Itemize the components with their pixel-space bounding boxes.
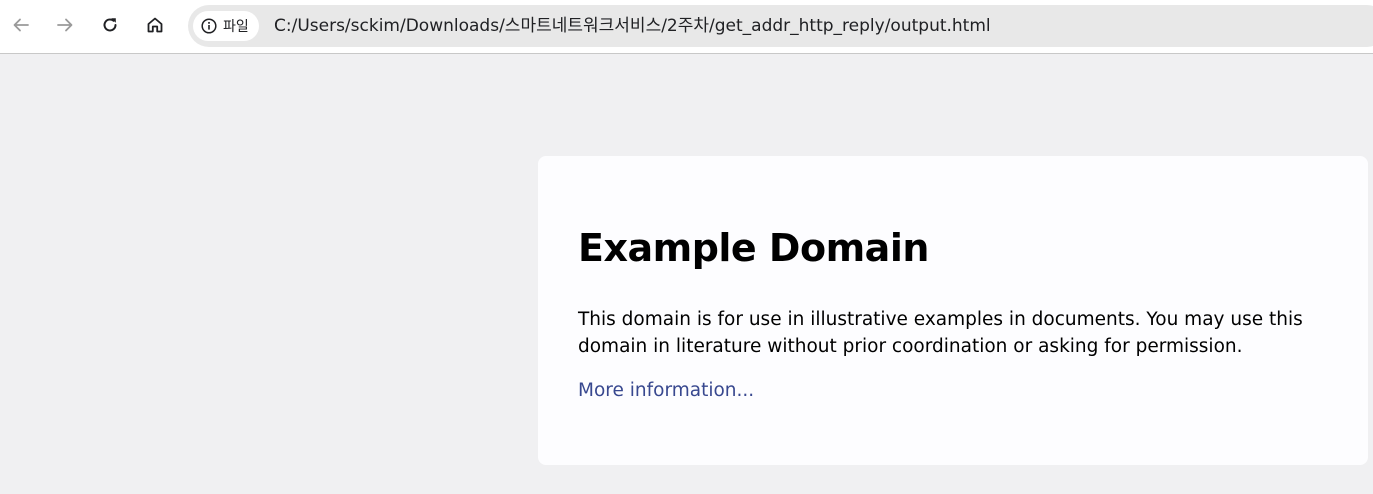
content-card: Example Domain This domain is for use in… xyxy=(538,156,1368,465)
more-information-link[interactable]: More information... xyxy=(578,380,754,401)
site-info-label: 파일 xyxy=(223,19,249,35)
reload-button[interactable] xyxy=(94,9,126,41)
forward-button[interactable] xyxy=(49,9,81,41)
back-button[interactable] xyxy=(5,9,37,41)
page-description: This domain is for use in illustrative e… xyxy=(578,309,1303,357)
address-bar[interactable]: 파일 C:/Users/sckim/Downloads/스마트네트워크서비스/2… xyxy=(188,5,1373,47)
url-text[interactable]: C:/Users/sckim/Downloads/스마트네트워크서비스/2주차/… xyxy=(274,5,991,47)
arrow-left-icon xyxy=(13,18,29,32)
home-icon xyxy=(147,17,163,33)
home-button[interactable] xyxy=(139,9,171,41)
arrow-right-icon xyxy=(57,18,73,32)
info-circle-icon xyxy=(201,18,217,34)
reload-icon xyxy=(103,18,117,32)
browser-toolbar: 파일 C:/Users/sckim/Downloads/스마트네트워크서비스/2… xyxy=(0,0,1373,54)
page-title: Example Domain xyxy=(578,226,929,270)
site-info-chip[interactable]: 파일 xyxy=(193,11,259,41)
